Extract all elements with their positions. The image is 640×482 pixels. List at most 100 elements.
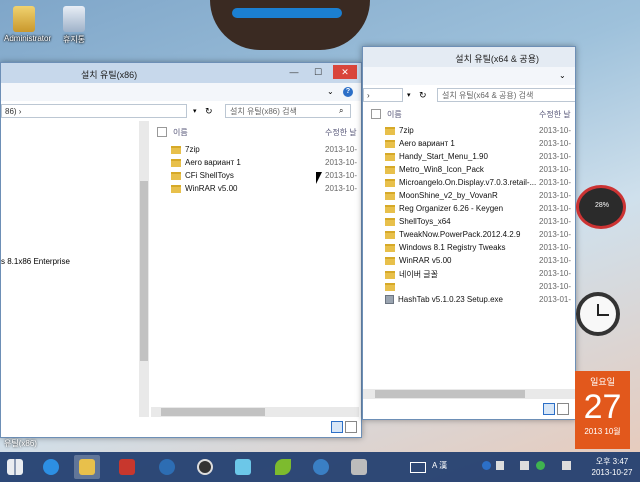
network-tray-icon[interactable]: [520, 461, 529, 470]
start-icon: [7, 459, 23, 475]
list-item[interactable]: Reg Organizer 6.26 - Keygen 2013-10-: [385, 204, 575, 217]
file-name: Windows 8.1 Registry Tweaks: [399, 243, 506, 252]
title-bar[interactable]: 설치 유틸(x64 & 공용): [363, 47, 575, 67]
list-item[interactable]: 네이버 글꼴 2013-10-: [385, 269, 575, 282]
checkbox[interactable]: [371, 109, 381, 119]
taskbar-leaf-app-button[interactable]: [270, 455, 296, 479]
file-name: CFi ShellToys: [185, 171, 234, 180]
list-item[interactable]: Metro_Win8_Icon_Pack 2013-10-: [385, 165, 575, 178]
scroll-thumb[interactable]: [375, 390, 525, 398]
address-bar[interactable]: 86) ›: [1, 104, 187, 118]
list-item[interactable]: 2013-10-: [385, 282, 575, 295]
search-input[interactable]: 설치 유틸(x86) 검색: [225, 104, 351, 118]
explorer-window-x86[interactable]: 설치 유틸(x86) — ☐ ✕ ⌄ ? 86) › ▾ ↻ 설치 유틸(x86…: [0, 62, 362, 438]
ime-indicator[interactable]: A 漢: [432, 460, 447, 471]
checkbox[interactable]: [157, 127, 167, 137]
scroll-thumb[interactable]: [140, 181, 148, 361]
scroll-thumb[interactable]: [161, 408, 265, 416]
address-dropdown-icon[interactable]: ▾: [407, 91, 411, 99]
taskbar-tools-button[interactable]: [346, 455, 372, 479]
list-item[interactable]: 7zip 2013-10-: [171, 145, 361, 158]
navigation-pane[interactable]: s 8.1x86 Enterprise: [1, 121, 140, 417]
file-date: 2013-10-: [539, 152, 572, 161]
clock-app-icon: [197, 459, 213, 475]
refresh-icon[interactable]: ↻: [419, 90, 427, 101]
ribbon-expand-icon[interactable]: ⌄: [327, 87, 334, 96]
explorer-window-x64[interactable]: 설치 유틸(x64 & 공용) ⌄ › ▾ ↻ 설치 유틸(x64 & 공용) …: [362, 46, 576, 420]
column-header-name[interactable]: 이름: [387, 109, 402, 120]
file-date: 2013-10-: [325, 171, 358, 180]
list-item[interactable]: ShellToys_x64 2013-10-: [385, 217, 575, 230]
list-item[interactable]: TweakNow.PowerPack.2012.4.2.9 2013-10-: [385, 230, 575, 243]
desktop-icon-administrator[interactable]: Administrator: [4, 6, 51, 43]
taskbar-media-button[interactable]: [308, 455, 334, 479]
title-bar[interactable]: 설치 유틸(x86) — ☐ ✕: [1, 63, 361, 83]
list-item[interactable]: WinRAR v5.00 2013-10-: [171, 184, 361, 197]
file-date: 2013-10-: [539, 230, 572, 239]
system-clock[interactable]: 오후 3:47 2013-10-27: [586, 456, 638, 478]
nav-item-label[interactable]: s 8.1x86 Enterprise: [1, 257, 70, 266]
address-row: 86) › ▾ ↻ 설치 유틸(x86) 검색 ⌕: [1, 101, 361, 121]
file-list-hscrollbar[interactable]: [363, 389, 575, 399]
ribbon-bar: ⌄: [363, 67, 575, 86]
folder-icon: [385, 217, 395, 226]
executable-icon: [385, 295, 394, 305]
search-input[interactable]: 설치 유틸(x64 & 공용) 검색: [437, 88, 575, 102]
large-icons-view-icon[interactable]: [557, 403, 569, 415]
refresh-icon[interactable]: ↻: [205, 106, 213, 117]
list-item[interactable]: 7zip 2013-10-: [385, 126, 575, 139]
file-list-hscrollbar[interactable]: [151, 407, 359, 417]
list-item[interactable]: Windows 8.1 Registry Tweaks 2013-10-: [385, 243, 575, 256]
list-item[interactable]: Handy_Start_Menu_1.90 2013-10-: [385, 152, 575, 165]
details-view-icon[interactable]: [543, 403, 555, 415]
list-item[interactable]: WinRAR v5.00 2013-10-: [385, 256, 575, 269]
taskbar-explorer-button[interactable]: [74, 455, 100, 479]
taskbar-red-app-button[interactable]: [114, 455, 140, 479]
list-item[interactable]: CFi ShellToys 2013-10-: [171, 171, 361, 184]
close-button[interactable]: ✕: [333, 65, 357, 79]
folder-icon: [385, 152, 395, 161]
taskbar-ie-button[interactable]: [38, 455, 64, 479]
file-date: 2013-10-: [539, 269, 572, 278]
file-date: 2013-10-: [539, 165, 572, 174]
file-name: Microangelo.On.Display.v7.0.3.retail-...: [399, 178, 537, 187]
list-item[interactable]: Aero вариант 1 2013-10-: [171, 158, 361, 171]
taskbar-preview-label: 유틸(x86): [4, 439, 37, 448]
taskbar-notepad-button[interactable]: [230, 455, 256, 479]
help-tray-icon[interactable]: [482, 461, 491, 470]
messenger-tray-icon[interactable]: [536, 461, 545, 470]
search-icon[interactable]: ⌕: [339, 106, 343, 116]
start-button[interactable]: [2, 455, 28, 479]
file-date: 2013-10-: [539, 256, 572, 265]
flag-tray-icon[interactable]: [496, 461, 504, 470]
clock-gadget[interactable]: [576, 292, 620, 336]
column-header-name[interactable]: 이름: [173, 127, 188, 138]
gauge-value: 28%: [595, 202, 610, 209]
nav-scrollbar[interactable]: [139, 121, 149, 417]
address-bar[interactable]: ›: [363, 88, 403, 102]
details-view-icon[interactable]: [331, 421, 343, 433]
recycle-bin-icon: [63, 6, 85, 32]
minimize-button[interactable]: —: [283, 65, 305, 79]
desktop-icon-recycle-bin[interactable]: 휴지통: [54, 6, 94, 45]
calendar-month: 2013 10월: [584, 427, 621, 436]
column-header-date[interactable]: 수정한 날: [325, 127, 357, 138]
column-header-date[interactable]: 수정한 날: [539, 109, 571, 120]
help-icon[interactable]: ?: [343, 87, 353, 97]
taskbar-clock-app-button[interactable]: [192, 455, 218, 479]
volume-tray-icon[interactable]: [562, 461, 571, 470]
list-item[interactable]: MoonShine_v2_by_VovanR 2013-10-: [385, 191, 575, 204]
maximize-button[interactable]: ☐: [307, 65, 329, 79]
large-icons-view-icon[interactable]: [345, 421, 357, 433]
ribbon-expand-icon[interactable]: ⌄: [559, 71, 566, 80]
calendar-gadget[interactable]: 일요일 27 2013 10월: [575, 371, 630, 449]
cpu-meter-gadget[interactable]: 28%: [576, 185, 626, 229]
folder-icon: [385, 139, 395, 148]
list-item[interactable]: Aero вариант 1 2013-10-: [385, 139, 575, 152]
taskbar-power-button[interactable]: [154, 455, 180, 479]
address-dropdown-icon[interactable]: ▾: [193, 107, 197, 115]
file-name: 7zip: [399, 126, 414, 135]
list-item[interactable]: Microangelo.On.Display.v7.0.3.retail-...…: [385, 178, 575, 191]
list-item[interactable]: HashTab v5.1.0.23 Setup.exe 2013-01-: [385, 295, 575, 308]
keyboard-icon[interactable]: [410, 462, 426, 473]
